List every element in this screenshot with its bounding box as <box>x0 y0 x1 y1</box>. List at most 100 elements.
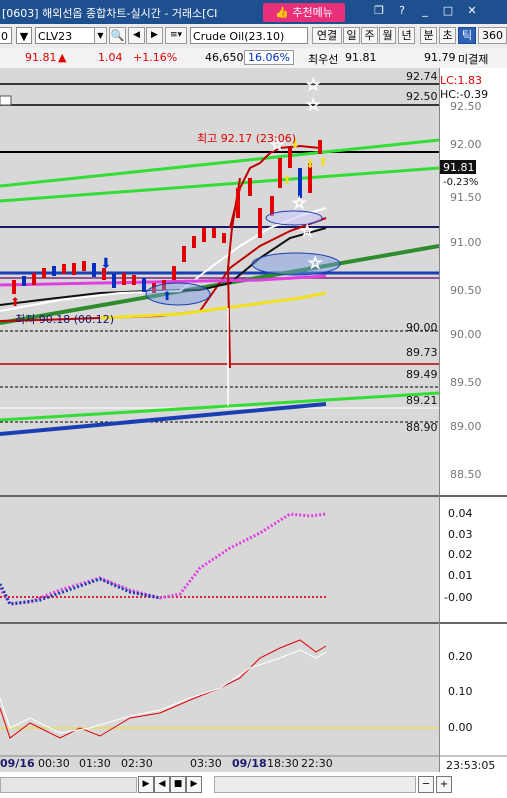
price-change: 1.04 <box>98 51 123 64</box>
tick-92-50: 92.50 <box>450 100 482 113</box>
indicator1-line <box>0 512 327 606</box>
current-price: 91.81 <box>443 161 475 174</box>
time-label-1830: 18:30 <box>267 757 299 770</box>
window-title: [0603] 해외선옵 종합차트-실시간 - 거래소[CI <box>2 7 218 20</box>
line-label-88-90: 88.90 <box>406 421 438 434</box>
ma-yellow <box>99 291 327 320</box>
thumbs-up-icon: 👍 <box>275 6 289 19</box>
indicator2-white <box>0 649 327 734</box>
line-label-89-21: 89.21 <box>406 394 438 407</box>
tick-90-50: 90.50 <box>450 284 482 297</box>
star-icon: ☆ <box>306 75 320 94</box>
recommend-label: 추천메뉴 <box>292 6 333 19</box>
green-trendline-upper <box>0 138 440 188</box>
up-arrow-icon: ▲ <box>58 51 67 64</box>
account-box[interactable]: 0 <box>0 27 12 44</box>
sell-arrow-icon: ⬇ <box>100 256 112 272</box>
ind1-tick-0-02: 0.02 <box>448 548 473 561</box>
tick-89-50: 89.50 <box>450 376 482 389</box>
period-month[interactable]: 월 <box>379 27 396 44</box>
time-label-0030: 00:30 <box>38 757 70 770</box>
symbol-dropdown-icon[interactable]: ▼ <box>94 27 107 44</box>
buy-arrow-icon: ⬆ <box>162 289 172 303</box>
prev-symbol-icon[interactable]: ◀ <box>128 27 145 44</box>
time-label-0916: 09/16 <box>0 757 35 770</box>
price-scale[interactable]: LC:1.83 HC:-0.39 92.50 92.00 91.81 -0.23… <box>439 68 507 772</box>
price-info-bar: 91.81 ▲ 1.04 +1.16% 46,650 16.06% 최우선 91… <box>0 48 507 69</box>
ind1-tick-0-00: -0.00 <box>444 591 472 604</box>
stop-icon[interactable]: ■ <box>170 776 186 793</box>
next-symbol-icon[interactable]: ▶ <box>146 27 163 44</box>
scroll-left-icon[interactable]: ◀ <box>154 776 170 793</box>
high-label: 최고 92.17 (23:06) <box>197 132 296 145</box>
zoom-out-icon[interactable]: ─ <box>418 776 434 793</box>
period-week[interactable]: 주 <box>361 27 378 44</box>
list-dropdown-icon[interactable]: ≡▾ <box>165 27 187 44</box>
tick-92-00: 92.00 <box>450 138 482 151</box>
buy-arrow-red-icon: ⬆ <box>10 295 20 309</box>
down-signal-icon: ⬇ <box>305 157 315 171</box>
time-axis: 09/16 00:30 01:30 02:30 03:30 09/18 18:3… <box>0 757 439 771</box>
up-signal-icon: ⬆ <box>282 173 292 187</box>
instrument-name: Crude Oil(23.10) <box>190 27 308 44</box>
current-time: 23:53:05 <box>446 759 495 772</box>
ind1-tick-0-03: 0.03 <box>448 528 473 541</box>
period-second[interactable]: 초 <box>439 27 456 44</box>
ind1-tick-0-01: 0.01 <box>448 569 473 582</box>
chart-area[interactable]: ⬇ ⬆ ⬆ ⬆ ⬆ ⬇ ⬇ ☆ ☆ ☆ ☆ ☆ ☆ 최고 92.17 (23:0… <box>0 68 440 772</box>
help-icon[interactable]: ? <box>395 5 409 17</box>
indicator2-red <box>0 639 327 739</box>
green-trendline-mid <box>0 166 440 203</box>
time-label-0130: 01:30 <box>79 757 111 770</box>
ind2-tick-0-00: 0.00 <box>448 721 473 734</box>
highlight-ellipse-right <box>251 252 341 276</box>
zoom-in-icon[interactable]: + <box>436 776 452 793</box>
maximize-icon[interactable]: □ <box>441 5 455 17</box>
volume-pct-value: 16.06% <box>248 51 290 64</box>
current-pct: -0.23% <box>443 177 478 188</box>
volume-pct: 16.06% <box>244 50 294 65</box>
minimize-icon[interactable]: _ <box>418 5 432 17</box>
tick-91-50: 91.50 <box>450 191 482 204</box>
grid-toggle-icon[interactable] <box>0 95 12 106</box>
link-button[interactable]: 연결 <box>312 27 342 44</box>
time-label-0918: 09/18 <box>232 757 267 770</box>
time-label-0230: 02:30 <box>121 757 153 770</box>
tick-91-00: 91.00 <box>450 236 482 249</box>
star-icon: ☆ <box>306 95 320 114</box>
scroll-right-icon[interactable]: ▶ <box>138 776 154 793</box>
ind1-tick-0-04: 0.04 <box>448 507 473 520</box>
tick-89-00: 89.00 <box>450 420 482 433</box>
zoom-slider[interactable] <box>214 776 416 793</box>
star-icon: ☆ <box>300 221 314 240</box>
dropdown-icon[interactable]: ▼ <box>16 27 32 44</box>
best-ask: 91.79 <box>424 51 456 64</box>
line-label-92-74: 92.74 <box>406 70 438 83</box>
ind2-tick-0-20: 0.20 <box>448 650 473 663</box>
horizontal-scrollbar[interactable] <box>0 777 137 793</box>
search-icon[interactable]: 🔍 <box>109 27 126 44</box>
chart-svg: ⬇ ⬆ ⬆ ⬆ ⬆ ⬇ ⬇ ☆ ☆ ☆ ☆ ☆ ☆ 최고 92.17 (23:0… <box>0 70 440 757</box>
line-label-89-49: 89.49 <box>406 368 438 381</box>
green-trendline-lower <box>0 391 440 422</box>
recommend-menu-button[interactable]: 👍 추천메뉴 <box>263 3 345 22</box>
lc-label: LC:1.83 <box>440 74 482 87</box>
bottom-nav: ▶ ◀ ■ ▶ ─ + <box>0 772 507 798</box>
period-year[interactable]: 년 <box>398 27 415 44</box>
close-icon[interactable]: ✕ <box>465 5 479 17</box>
line-label-92-50: 92.50 <box>406 90 438 103</box>
price-change-pct: +1.16% <box>133 51 178 64</box>
window-title-bar: [0603] 해외선옵 종합차트-실시간 - 거래소[CI 👍 추천메뉴 ❐ ?… <box>0 0 507 24</box>
last-price: 91.81 <box>25 51 57 64</box>
period-360[interactable]: 360 <box>478 27 507 44</box>
period-tick[interactable]: 틱 <box>458 27 476 44</box>
play-icon[interactable]: ▶ <box>186 776 202 793</box>
period-minute[interactable]: 분 <box>420 27 437 44</box>
highlight-ellipse-left <box>145 282 211 306</box>
low-label: 최저 90.18 (00:12) <box>15 313 114 326</box>
best-bid-label: 최우선 <box>308 53 339 66</box>
ind2-tick-0-10: 0.10 <box>448 685 473 698</box>
period-day[interactable]: 일 <box>343 27 360 44</box>
restore-icon[interactable]: ❐ <box>372 5 386 17</box>
star-icon: ☆ <box>292 193 306 212</box>
